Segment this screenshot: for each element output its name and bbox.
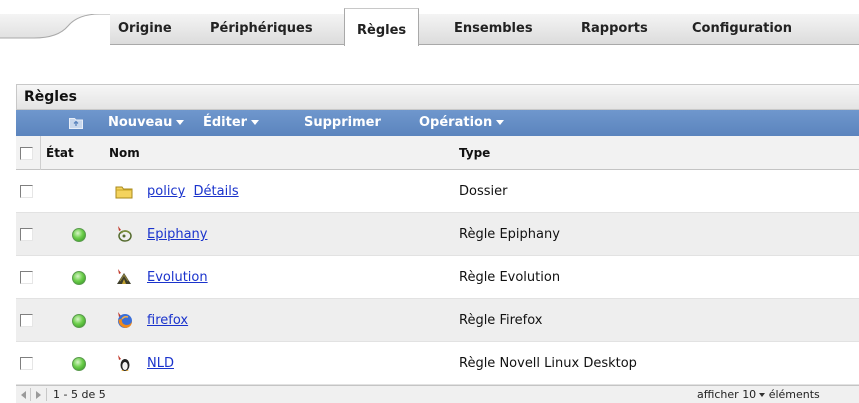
pagination-bar: 1 - 5 de 5 afficher 10 éléments bbox=[16, 385, 859, 403]
tab-regles[interactable]: Règles bbox=[344, 8, 420, 46]
rules-toolbar: Nouveau Éditer Supprimer Opération bbox=[16, 110, 859, 136]
pagination-divider bbox=[30, 388, 31, 401]
table-row: firefox Règle Firefox bbox=[16, 299, 859, 342]
chevron-down-icon bbox=[759, 393, 766, 397]
table-row: Evolution Règle Evolution bbox=[16, 256, 859, 299]
row-name: policy Détails bbox=[147, 170, 239, 213]
delete-button[interactable]: Supprimer bbox=[304, 110, 381, 136]
row-checkbox[interactable] bbox=[20, 357, 33, 370]
table-row: Epiphany Règle Epiphany bbox=[16, 213, 859, 256]
pagination-divider bbox=[46, 388, 47, 401]
column-divider bbox=[40, 136, 41, 170]
tab-peripheriques[interactable]: Périphériques bbox=[208, 14, 315, 44]
main-tab-bar: Origine Périphériques Règles Ensembles R… bbox=[0, 0, 859, 50]
new-menu-button[interactable]: Nouveau bbox=[108, 110, 185, 136]
table-row: NLD Règle Novell Linux Desktop bbox=[16, 342, 859, 385]
edit-menu-button[interactable]: Éditer bbox=[203, 110, 260, 136]
new-menu-label: Nouveau bbox=[108, 115, 173, 130]
row-checkbox[interactable] bbox=[20, 271, 33, 284]
tab-origine[interactable]: Origine bbox=[116, 14, 174, 44]
parent-folder-icon[interactable] bbox=[69, 116, 83, 129]
details-link[interactable]: Détails bbox=[194, 184, 239, 199]
previous-page-icon[interactable] bbox=[21, 391, 26, 399]
page-size-select[interactable]: 10 bbox=[742, 388, 766, 401]
epiphany-icon bbox=[118, 226, 132, 242]
page-size-control: afficher 10 éléments bbox=[697, 386, 820, 403]
nld-icon bbox=[118, 355, 130, 371]
pagination-range: 1 - 5 de 5 bbox=[53, 388, 106, 401]
firefox-icon bbox=[118, 312, 132, 328]
row-checkbox[interactable] bbox=[20, 228, 33, 241]
tab-ensembles[interactable]: Ensembles bbox=[452, 14, 535, 44]
row-type: Dossier bbox=[459, 184, 508, 199]
operation-menu-button[interactable]: Opération bbox=[419, 110, 505, 136]
evolution-icon bbox=[117, 269, 131, 284]
operation-menu-label: Opération bbox=[419, 115, 493, 130]
row-type: Règle Epiphany bbox=[459, 227, 560, 242]
policy-link[interactable]: policy bbox=[147, 184, 185, 199]
chevron-down-icon bbox=[496, 120, 505, 125]
row-type: Règle Novell Linux Desktop bbox=[459, 356, 637, 371]
nld-link[interactable]: NLD bbox=[147, 356, 174, 371]
row-type: Règle Evolution bbox=[459, 270, 561, 285]
chevron-down-icon bbox=[176, 120, 185, 125]
evolution-link[interactable]: Evolution bbox=[147, 270, 208, 285]
tab-configuration[interactable]: Configuration bbox=[690, 14, 794, 44]
row-type: Règle Firefox bbox=[459, 313, 543, 328]
rules-panel: Règles Nouveau Éditer Supprimer Opératio… bbox=[16, 84, 859, 403]
row-name: NLD bbox=[147, 342, 174, 385]
next-page-icon[interactable] bbox=[36, 391, 41, 399]
folder-icon bbox=[115, 186, 133, 199]
tab-bar-decoration bbox=[0, 14, 110, 45]
epiphany-link[interactable]: Epiphany bbox=[147, 227, 207, 242]
chevron-down-icon bbox=[251, 120, 260, 125]
status-ok-icon bbox=[72, 314, 86, 328]
row-name: firefox bbox=[147, 299, 188, 342]
status-ok-icon bbox=[72, 357, 86, 371]
firefox-link[interactable]: firefox bbox=[147, 313, 188, 328]
show-label: afficher bbox=[697, 388, 739, 401]
select-all-checkbox[interactable] bbox=[20, 147, 33, 160]
table-header: État Nom Type bbox=[16, 136, 859, 170]
column-header-name[interactable]: Nom bbox=[109, 136, 140, 170]
row-name: Epiphany bbox=[147, 213, 207, 256]
status-ok-icon bbox=[72, 271, 86, 285]
column-header-type[interactable]: Type bbox=[459, 136, 490, 170]
tab-rapports[interactable]: Rapports bbox=[579, 14, 650, 44]
row-checkbox[interactable] bbox=[20, 314, 33, 327]
status-ok-icon bbox=[72, 228, 86, 242]
row-name: Evolution bbox=[147, 256, 208, 299]
page-size-value: 10 bbox=[742, 388, 757, 401]
table-row: policy Détails Dossier bbox=[16, 170, 859, 213]
row-checkbox[interactable] bbox=[20, 185, 33, 198]
items-label: éléments bbox=[768, 388, 820, 401]
column-header-state[interactable]: État bbox=[46, 136, 74, 170]
panel-title: Règles bbox=[16, 84, 859, 110]
edit-menu-label: Éditer bbox=[203, 115, 248, 130]
